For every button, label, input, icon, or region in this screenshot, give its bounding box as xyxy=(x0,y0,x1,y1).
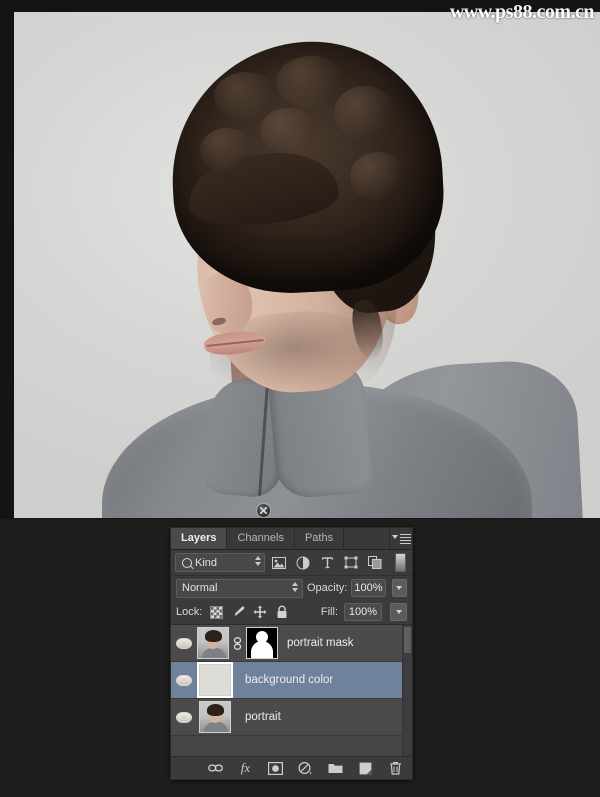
lock-position-icon[interactable] xyxy=(252,604,268,620)
layer-mask-thumbnail-cell[interactable] xyxy=(246,627,278,659)
eye-icon xyxy=(176,637,192,649)
layers-panel-footer: fx xyxy=(171,756,412,779)
layer-list-scrollbar-thumb[interactable] xyxy=(404,627,411,653)
adjustment-layers-filter-icon[interactable] xyxy=(293,553,313,572)
opacity-label: Opacity: xyxy=(306,582,348,594)
filter-kind-select[interactable]: Kind xyxy=(175,553,265,572)
panel-tab-strip: Layers Channels Paths xyxy=(171,528,412,550)
tab-channels[interactable]: Channels xyxy=(227,528,295,549)
layer-list-empty-area xyxy=(171,736,412,756)
layer-thumbnail[interactable] xyxy=(199,664,231,696)
tab-strip-spacer xyxy=(344,528,390,549)
opacity-value[interactable]: 100% xyxy=(351,579,386,597)
opacity-slider-caret-icon[interactable] xyxy=(391,579,408,597)
lock-transparent-pixels-icon[interactable] xyxy=(208,604,224,620)
layer-name[interactable]: portrait xyxy=(231,711,281,723)
eye-icon xyxy=(176,711,192,723)
photoshop-canvas-area: www.ps88.com.cn xyxy=(0,0,600,519)
layer-name[interactable]: background color xyxy=(231,674,333,686)
layer-list-scrollbar[interactable] xyxy=(402,625,412,756)
layer-mask-thumbnail[interactable] xyxy=(246,627,278,659)
table-row[interactable]: portrait mask xyxy=(171,625,412,662)
panel-menu-bars-icon xyxy=(399,532,411,546)
filter-enable-toggle[interactable] xyxy=(395,553,406,572)
lock-row: Lock: Fill: 100% xyxy=(171,600,412,625)
tab-layers[interactable]: Layers xyxy=(171,528,228,549)
blend-mode-value: Normal xyxy=(182,581,218,594)
filter-kind-stepper-icon xyxy=(255,556,261,566)
link-mask-icon[interactable] xyxy=(229,636,246,650)
blend-mode-select[interactable]: Normal xyxy=(176,578,303,598)
layer-thumbnail[interactable] xyxy=(197,627,229,659)
blend-mode-stepper-icon xyxy=(291,581,298,592)
layers-panel: Layers Channels Paths Kind Normal Opacit… xyxy=(170,527,413,780)
layer-list: portrait mask background color portrait xyxy=(171,625,412,756)
layer-filter-row: Kind xyxy=(171,550,412,576)
fill-slider-caret-icon[interactable] xyxy=(390,603,407,621)
eye-icon xyxy=(176,674,192,686)
add-layer-mask-icon[interactable] xyxy=(267,760,284,777)
lock-all-icon[interactable] xyxy=(274,604,290,620)
filter-kind-label: Kind xyxy=(195,556,218,569)
link-layers-icon[interactable] xyxy=(207,760,224,777)
lock-label: Lock: xyxy=(176,606,203,618)
panel-menu-icon[interactable] xyxy=(390,528,412,549)
shape-layers-filter-icon[interactable] xyxy=(341,553,361,572)
new-group-icon[interactable] xyxy=(327,760,344,777)
layer-thumbnail-cell[interactable] xyxy=(199,701,231,733)
layer-thumbnail-cell[interactable] xyxy=(197,627,229,659)
tab-paths[interactable]: Paths xyxy=(294,528,345,549)
shirt-button-thread xyxy=(260,507,267,514)
layer-style-fx-icon[interactable]: fx xyxy=(237,760,254,777)
portrait-photo xyxy=(14,12,600,518)
new-adjustment-layer-icon[interactable] xyxy=(297,760,314,777)
new-layer-icon[interactable] xyxy=(357,760,374,777)
delete-layer-icon[interactable] xyxy=(387,760,404,777)
fill-value[interactable]: 100% xyxy=(344,603,382,621)
table-row[interactable]: background color xyxy=(171,662,412,699)
panel-menu-caret-icon xyxy=(391,534,398,539)
smart-object-filter-icon[interactable] xyxy=(365,553,385,572)
lock-image-pixels-icon[interactable] xyxy=(230,604,246,620)
blend-mode-row: Normal Opacity: 100% xyxy=(171,576,412,600)
layer-name[interactable]: portrait mask xyxy=(278,637,353,649)
fill-label: Fill: xyxy=(320,606,338,618)
table-row[interactable]: portrait xyxy=(171,699,412,736)
pixel-layers-filter-icon[interactable] xyxy=(269,553,289,572)
search-icon xyxy=(182,557,192,568)
type-layers-filter-icon[interactable] xyxy=(317,553,337,572)
site-watermark: www.ps88.com.cn xyxy=(449,1,595,23)
layer-thumbnail[interactable] xyxy=(199,701,231,733)
layer-thumbnail-cell[interactable] xyxy=(197,662,233,698)
